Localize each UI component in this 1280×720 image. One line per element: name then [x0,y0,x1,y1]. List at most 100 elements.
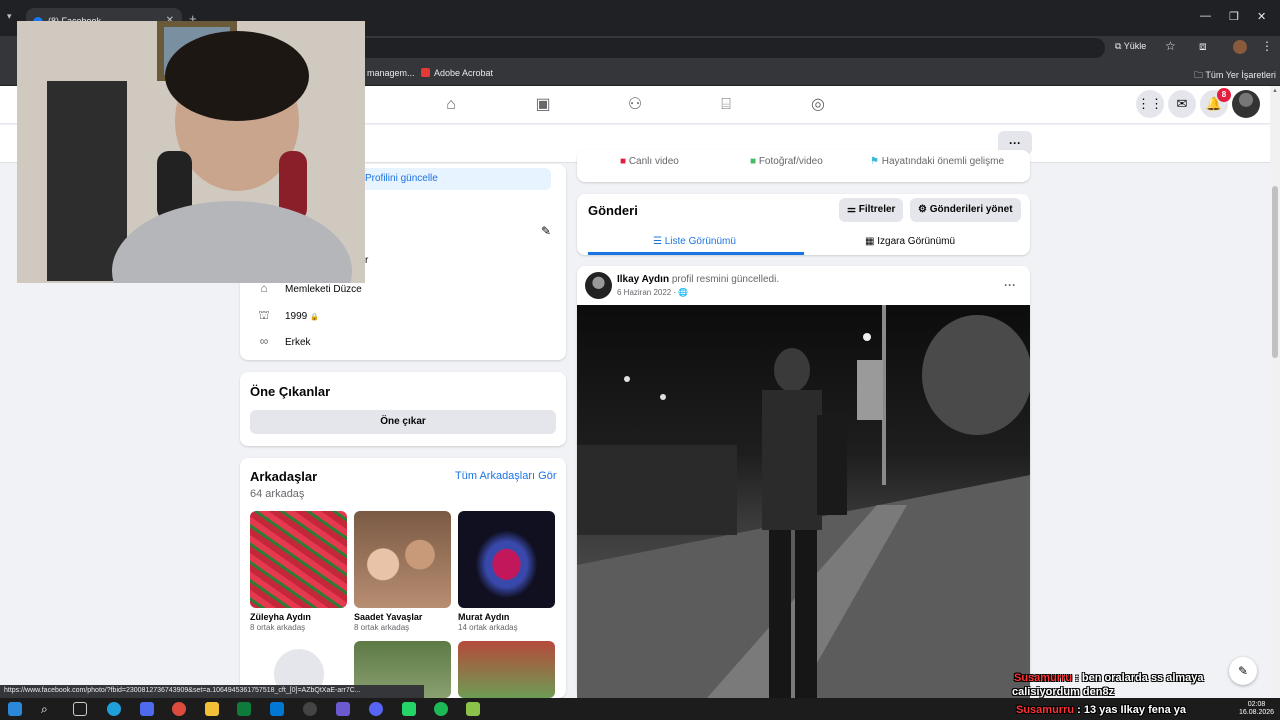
post-more-options-icon[interactable]: ··· [1004,278,1016,292]
billboard [857,360,883,420]
streamer-hair [165,31,309,121]
windows-start-icon[interactable] [8,702,22,716]
photo-icon: ■ [750,156,757,167]
list-icon: ☰ [653,236,662,247]
live-video-label: Canlı video [628,156,679,167]
filters-button[interactable]: ⚌ Filtreler [839,198,904,222]
manage-posts-label: Gönderileri yönet [929,204,1013,215]
app-icon[interactable] [336,702,350,716]
messenger-icon[interactable]: ✉ [1168,90,1196,118]
scroll-up-arrow-icon[interactable]: ▲ [1272,88,1278,94]
live-video-button[interactable]: ■ Canlı video [620,156,679,167]
intro-partial-text: r [365,255,369,266]
friend-photo-5[interactable] [458,641,555,698]
night-street-photo [577,305,1030,698]
all-bookmarks-folder[interactable]: 🗀 Tüm Yer İşaretleri [1194,68,1276,84]
add-highlight-button[interactable]: Öne çıkar [250,410,556,434]
whatsapp-icon[interactable] [402,702,416,716]
app-icon[interactable] [466,702,480,716]
account-avatar[interactable] [1232,90,1260,118]
hometown-text: Memleketi Düzce [285,284,362,295]
friends-icon[interactable]: ⚇ [626,96,644,114]
friend-name[interactable]: Saadet Yavaşlar [354,612,422,622]
friend-name[interactable]: Züleyha Aydın [250,612,311,622]
see-all-friends-link[interactable]: Tüm Arkadaşları Gör [455,470,556,482]
post-author-avatar[interactable] [585,272,612,299]
address-bar[interactable] [330,38,1105,58]
friend-photo-murat[interactable] [458,511,555,608]
birthyear-row: ⛫ 1999 🔒 [256,308,319,324]
copilot-icon[interactable] [140,702,154,716]
post-author-name[interactable]: Ilkay Aydın [617,274,669,285]
mail-icon[interactable] [270,702,284,716]
street-light [624,376,630,382]
search-icon[interactable]: ⌕ [41,702,55,716]
friends-title: Arkadaşlar [250,469,318,484]
list-view-label: Liste Görünümü [664,236,736,247]
home-icon[interactable]: ⌂ [442,96,460,114]
close-window-icon[interactable]: ✕ [1257,10,1266,23]
groups-icon[interactable]: ◎ [809,96,827,114]
post-date-line[interactable]: 6 Haziran 2022 · 🌐 [617,288,688,297]
extensions-icon[interactable]: ⧈ [1199,39,1207,54]
edge-browser-icon[interactable] [107,702,121,716]
friend-mutual-count: 8 ortak arkadaş [354,623,410,632]
active-tab-indicator [588,252,804,255]
posts-title: Gönderi [588,203,638,218]
globe-icon: 🌐 [678,288,689,297]
friend-name[interactable]: Murat Aydın [458,612,509,622]
notification-count-badge: 8 [1217,88,1231,102]
person-head [774,348,810,392]
bookmark-management[interactable]: managem... [367,68,415,78]
edit-pencil-icon[interactable]: ✎ [541,224,551,238]
chat-text: : 13 yas Ilkay fena ya [1077,704,1186,716]
chrome-menu-icon[interactable]: ⋮ [1261,39,1273,53]
page-scrollbar[interactable]: ▲ [1270,86,1280,696]
bookmark-adobe-acrobat[interactable]: Adobe Acrobat [421,68,493,78]
friend-mutual-count: 14 ortak arkadaş [458,623,518,632]
life-event-button[interactable]: ⚑ Hayatındaki önemli gelişme [870,156,1004,167]
lock-icon: 🔒 [310,314,319,321]
taskbar-clock[interactable]: 02:08 16.08.2026 [1239,701,1274,717]
friend-photo-saadet[interactable] [354,511,451,608]
obs-icon[interactable] [303,702,317,716]
tab-list-view[interactable]: ☰ Liste Görünümü [653,236,736,247]
new-message-compose-icon[interactable]: ✎ [1229,657,1257,685]
file-explorer-icon[interactable] [205,702,219,716]
life-event-label: Hayatındaki önemli gelişme [881,156,1005,167]
person-leg-right [795,530,817,698]
filters-label: Filtreler [858,204,896,215]
chat-message-1: Susamurru : ben oralarda ss almaya [1014,672,1204,684]
install-app-button[interactable]: ⧉ Yükle [1115,41,1146,52]
video-icon[interactable]: ▣ [534,96,552,114]
chrome-profile-avatar[interactable] [1233,40,1247,54]
marketplace-icon[interactable]: ⌸ [717,96,735,114]
photo-video-button[interactable]: ■ Fotoğraf/video [750,156,823,167]
task-view-icon[interactable] [73,702,87,716]
sliders-icon: ⚌ [847,204,856,215]
clock-time: 02:08 [1247,701,1266,708]
menu-grid-icon[interactable]: ⋮⋮ [1136,90,1164,118]
scrollbar-thumb[interactable] [1272,186,1278,358]
manage-posts-button[interactable]: ⚙ Gönderileri yönet [910,198,1021,222]
post-date: 6 Haziran 2022 [617,288,672,297]
highlights-title: Öne Çıkanlar [250,384,331,399]
all-bookmarks-label: Tüm Yer İşaretleri [1205,70,1276,80]
bookmark-star-icon[interactable]: ☆ [1165,39,1176,53]
post-photo[interactable] [577,305,1030,698]
store-icon[interactable] [237,702,251,716]
grid-view-label: Izgara Görünümü [877,236,956,247]
tab-grid-view[interactable]: ▦ Izgara Görünümü [865,236,955,247]
chat-username: Susamurru [1016,704,1075,716]
discord-icon[interactable] [369,702,383,716]
spotify-icon[interactable] [434,702,448,716]
restore-window-icon[interactable]: ❐ [1229,10,1239,23]
chat-message-1-cont: calisiyordum den8z [1012,686,1115,698]
clock-date: 16.08.2026 [1239,709,1275,716]
gaming-chair [47,81,127,281]
friend-photo-zuleyha[interactable] [250,511,347,608]
minimize-window-icon[interactable]: — [1200,10,1211,22]
chrome-icon[interactable] [172,702,186,716]
tab-search-chevron-icon[interactable]: ▾ [7,11,12,22]
update-profile-button[interactable]: Profilini güncelle [355,168,551,190]
